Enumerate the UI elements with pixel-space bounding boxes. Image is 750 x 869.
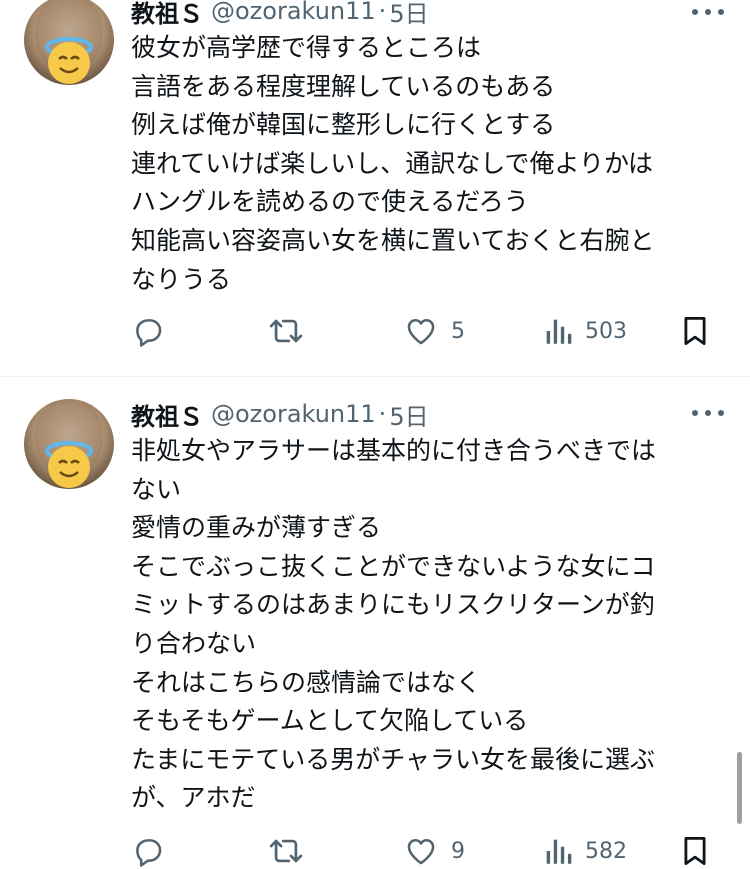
- angel-face-emoji-icon: [35, 399, 103, 488]
- separator-dot: ·: [378, 0, 387, 25]
- avatar[interactable]: [24, 0, 114, 85]
- views-chart-icon: [546, 319, 572, 344]
- bookmark-icon: [684, 837, 706, 865]
- more-dots-icon[interactable]: [692, 2, 724, 22]
- reply-icon: [136, 839, 162, 867]
- view-count: 503: [585, 318, 627, 344]
- post-actions: 5 503: [131, 311, 721, 351]
- post-text-line: 知能高い容姿高い女を横に置いておくと右腕と: [131, 225, 655, 255]
- post-header: 教祖Ｓ @ozorakun11 · 5日: [131, 0, 429, 28]
- reply-icon: [136, 319, 162, 347]
- post-text: 彼女が高学歴で得するところは 言語をある程度理解しているのもある 例えば俺が韓国…: [131, 29, 731, 299]
- post-header: 教祖Ｓ @ozorakun11 · 5日: [131, 397, 429, 431]
- views-button[interactable]: 503: [543, 311, 627, 351]
- post-text-line: たまにモテている男がチャラい女を最後に選ぶ: [131, 744, 656, 774]
- post-text-line: それはこちらの感情論ではなく: [131, 667, 482, 697]
- repost-button[interactable]: [267, 311, 317, 351]
- post-text-line: なりうる: [131, 264, 232, 294]
- more-dots-icon[interactable]: [692, 403, 724, 423]
- post-text-line: ない: [131, 474, 182, 504]
- like-button[interactable]: 9: [403, 831, 465, 869]
- post[interactable]: 教祖Ｓ @ozorakun11 · 5日 彼女が高学歴で得するところは 言語をあ…: [0, 0, 750, 376]
- view-count: 582: [585, 838, 627, 864]
- bookmark-button[interactable]: [681, 831, 709, 869]
- post-text-line: 非処女やアラサーは基本的に付き合うべきでは: [131, 436, 657, 465]
- post-text: 非処女やアラサーは基本的に付き合うべきでは ない 愛情の重みが薄すぎる そこでぶ…: [131, 432, 731, 818]
- post-text-line: が、アホだ: [131, 783, 256, 813]
- author-name[interactable]: 教祖Ｓ: [131, 397, 203, 432]
- post-text-line: 彼女が高学歴で得するところは: [131, 33, 482, 62]
- repost-icon: [269, 839, 303, 863]
- angel-face-emoji-icon: [35, 0, 103, 84]
- separator-dot: ·: [378, 400, 387, 428]
- post[interactable]: 教祖Ｓ @ozorakun11 · 5日 非処女やアラサーは基本的に付き合うべき…: [0, 377, 750, 869]
- post-text-line: そこでぶっこ抜くことができないような女にコ: [131, 551, 656, 581]
- author-name[interactable]: 教祖Ｓ: [131, 0, 203, 29]
- heart-icon: [407, 318, 435, 345]
- like-count: 9: [451, 838, 465, 864]
- bookmark-icon: [684, 317, 706, 345]
- reply-button[interactable]: [131, 311, 177, 351]
- views-button[interactable]: 582: [543, 831, 627, 869]
- author-handle[interactable]: @ozorakun11: [211, 400, 376, 428]
- timeline-feed: 教祖Ｓ @ozorakun11 · 5日 彼女が高学歴で得するところは 言語をあ…: [0, 0, 750, 869]
- post-text-line: ミットするのはあまりにもリスクリターンが釣: [131, 590, 655, 620]
- post-time[interactable]: 5日: [389, 0, 428, 29]
- post-text-line: 言語をある程度理解しているのもある: [131, 71, 556, 101]
- repost-button[interactable]: [267, 831, 317, 869]
- views-chart-icon: [546, 839, 572, 864]
- scrollbar[interactable]: [737, 752, 742, 824]
- heart-icon: [407, 838, 435, 865]
- post-text-line: 例えば俺が韓国に整形しに行くとする: [131, 110, 556, 140]
- post-text-line: ハングルを読めるので使えるだろう: [131, 187, 529, 217]
- like-count: 5: [451, 318, 465, 344]
- post-text-line: そもそもゲームとして欠陥している: [131, 706, 529, 736]
- avatar[interactable]: [24, 399, 114, 489]
- post-time[interactable]: 5日: [389, 397, 428, 432]
- post-actions: 9 582: [131, 831, 721, 869]
- like-button[interactable]: 5: [403, 311, 465, 351]
- post-text-line: 連れていけば楽しいし、通訳なしで俺よりかは: [131, 148, 654, 178]
- bookmark-button[interactable]: [681, 311, 709, 351]
- reply-button[interactable]: [131, 831, 177, 869]
- post-text-line: り合わない: [131, 628, 257, 658]
- post-text-line: 愛情の重みが薄すぎる: [131, 513, 382, 543]
- repost-icon: [269, 319, 303, 343]
- author-handle[interactable]: @ozorakun11: [211, 0, 376, 25]
